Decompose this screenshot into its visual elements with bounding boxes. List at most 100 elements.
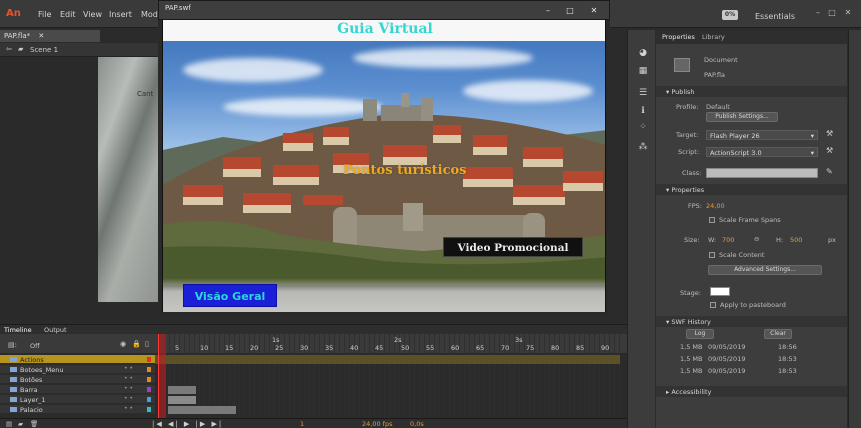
maximize-icon[interactable]: □ [563,6,577,16]
new-folder-icon[interactable]: ▰ [18,420,23,428]
fps-label: FPS: [688,202,702,210]
fps-value[interactable]: 24,00 [706,202,725,210]
log-button[interactable]: Log [686,329,714,339]
keyframe-span[interactable] [168,386,196,394]
playhead[interactable] [158,334,166,422]
scale-frame-spans-checkbox[interactable] [709,217,715,223]
layer-state-icons[interactable]: • • [124,355,133,362]
scale-content-checkbox[interactable] [709,252,715,258]
promo-video-button[interactable]: Video Promocional [443,237,583,257]
pencil-icon[interactable]: ✎ [826,167,833,176]
doc-name: PAP.fla [704,71,726,79]
tourist-spots-button[interactable]: Pontos turísticos [343,163,466,178]
document-tab[interactable]: PAP.fla* ✕ [0,30,100,42]
menu-view[interactable]: View [83,10,102,19]
lock-icon[interactable]: 🔒 [132,340,141,348]
stage-color-swatch[interactable] [710,287,730,296]
close-icon[interactable]: ✕ [587,6,601,16]
menu-edit[interactable]: Edit [60,10,76,19]
minimize-icon[interactable]: – [812,8,824,18]
wrench-icon[interactable]: ⚒ [826,146,833,155]
clear-button[interactable]: Clear [764,329,792,339]
back-arrow-icon[interactable]: ⇦ [6,45,12,53]
close-tab-icon[interactable]: ✕ [38,32,44,40]
scene-icon: ▰ [18,45,24,53]
layer-color-swatch[interactable] [147,397,151,402]
layer-color-swatch[interactable] [147,377,151,382]
layer-row-botoes[interactable]: Botões • • [0,375,155,384]
maximize-icon[interactable]: □ [826,8,838,18]
swf-history-section-header[interactable]: ▾ SWF History [656,316,847,327]
properties-section-header[interactable]: ▾ Properties [656,184,847,195]
workspace-toggle-button[interactable]: 0% [722,10,738,20]
width-value[interactable]: 700 [722,236,734,244]
wrench-icon[interactable]: ⚒ [826,129,833,138]
target-label: Target: [676,131,699,139]
height-value[interactable]: 500 [790,236,802,244]
history-size: 1,5 MB [680,367,703,375]
layer-state-icons[interactable]: • • [124,405,133,412]
keyframe-span[interactable] [168,406,236,414]
stage-area[interactable] [0,57,160,319]
transform-icon[interactable]: ⁘ [638,122,648,132]
playback-controls[interactable]: |◀ ◀| ▶ |▶ ▶| [152,420,223,428]
delete-icon[interactable]: 🗑 [30,420,38,428]
minimize-icon[interactable]: – [541,6,555,16]
menu-insert[interactable]: Insert [109,10,132,19]
layer-icon [10,407,17,412]
accessibility-header-label: Accessibility [671,388,712,396]
layer-row-actions[interactable]: Actions • • [0,355,155,364]
layer-row-botoes-menu[interactable]: Botoes_Menu • • [0,365,155,374]
align-icon[interactable]: ☰ [638,88,648,98]
color-icon[interactable]: ◕ [638,48,648,58]
menu-file[interactable]: File [38,10,51,19]
swatches-icon[interactable]: ▦ [638,66,648,76]
advanced-settings-button[interactable]: Advanced Settings... [708,265,822,275]
outline-icon[interactable]: ▯ [145,340,149,348]
info-icon[interactable]: ℹ [638,106,648,116]
layer-row-barra[interactable]: Barra • • [0,385,155,394]
apply-to-pasteboard-label: Apply to pasteboard [720,301,786,309]
accessibility-section-header[interactable]: ▸ Accessibility [656,386,847,397]
frame-number: 65 [476,344,485,352]
layer-name: Palacio [20,406,43,414]
tab-output[interactable]: Output [44,326,67,334]
visibility-icon[interactable]: ◉ [120,340,126,348]
layer-state-icons[interactable]: • • [124,395,133,402]
components-icon[interactable]: ⁂ [638,142,648,152]
link-icon[interactable]: ⊖ [754,235,759,243]
script-select[interactable]: ActionScript 3.0 ▾ [706,147,818,157]
class-input[interactable] [706,168,818,178]
width-label: W: [708,236,717,244]
layer-color-swatch[interactable] [147,407,151,412]
publish-settings-button[interactable]: Publish Settings... [706,112,778,122]
close-icon[interactable]: ✕ [842,8,854,18]
layer-row-palacio[interactable]: Palacio • • [0,405,155,414]
selected-frame-span[interactable] [155,355,620,364]
target-select[interactable]: Flash Player 26 ▾ [706,130,818,140]
tab-timeline[interactable]: Timeline [4,326,32,334]
swf-window-titlebar[interactable]: PAP.swf – □ ✕ [158,0,610,20]
tab-library[interactable]: Library [702,33,725,41]
layer-state-icons[interactable]: • • [124,385,133,392]
workspace-dropdown[interactable]: Essentials [755,12,795,21]
apply-to-pasteboard-checkbox[interactable] [710,302,716,308]
layer-state-icons[interactable]: • • [124,375,133,382]
tools-strip [848,30,861,428]
publish-section-header[interactable]: ▾ Publish [656,86,847,97]
layer-icon [10,377,17,382]
layer-color-swatch[interactable] [147,387,151,392]
layer-color-swatch[interactable] [147,367,151,372]
overview-button[interactable]: Visão Geral [183,284,277,307]
layer-row-layer-1[interactable]: Layer_1 • • [0,395,155,404]
frame-number: 75 [526,344,535,352]
class-label: Class: [682,169,702,177]
frame-number: 80 [551,344,560,352]
layer-color-swatch[interactable] [147,357,151,362]
frame-number: 60 [451,344,460,352]
layer-state-icons[interactable]: • • [124,365,133,372]
keyframe-span[interactable] [168,396,196,404]
new-layer-icon[interactable]: ▤ [6,420,12,428]
tab-properties[interactable]: Properties [662,33,695,41]
current-frame: 1 [300,420,305,428]
